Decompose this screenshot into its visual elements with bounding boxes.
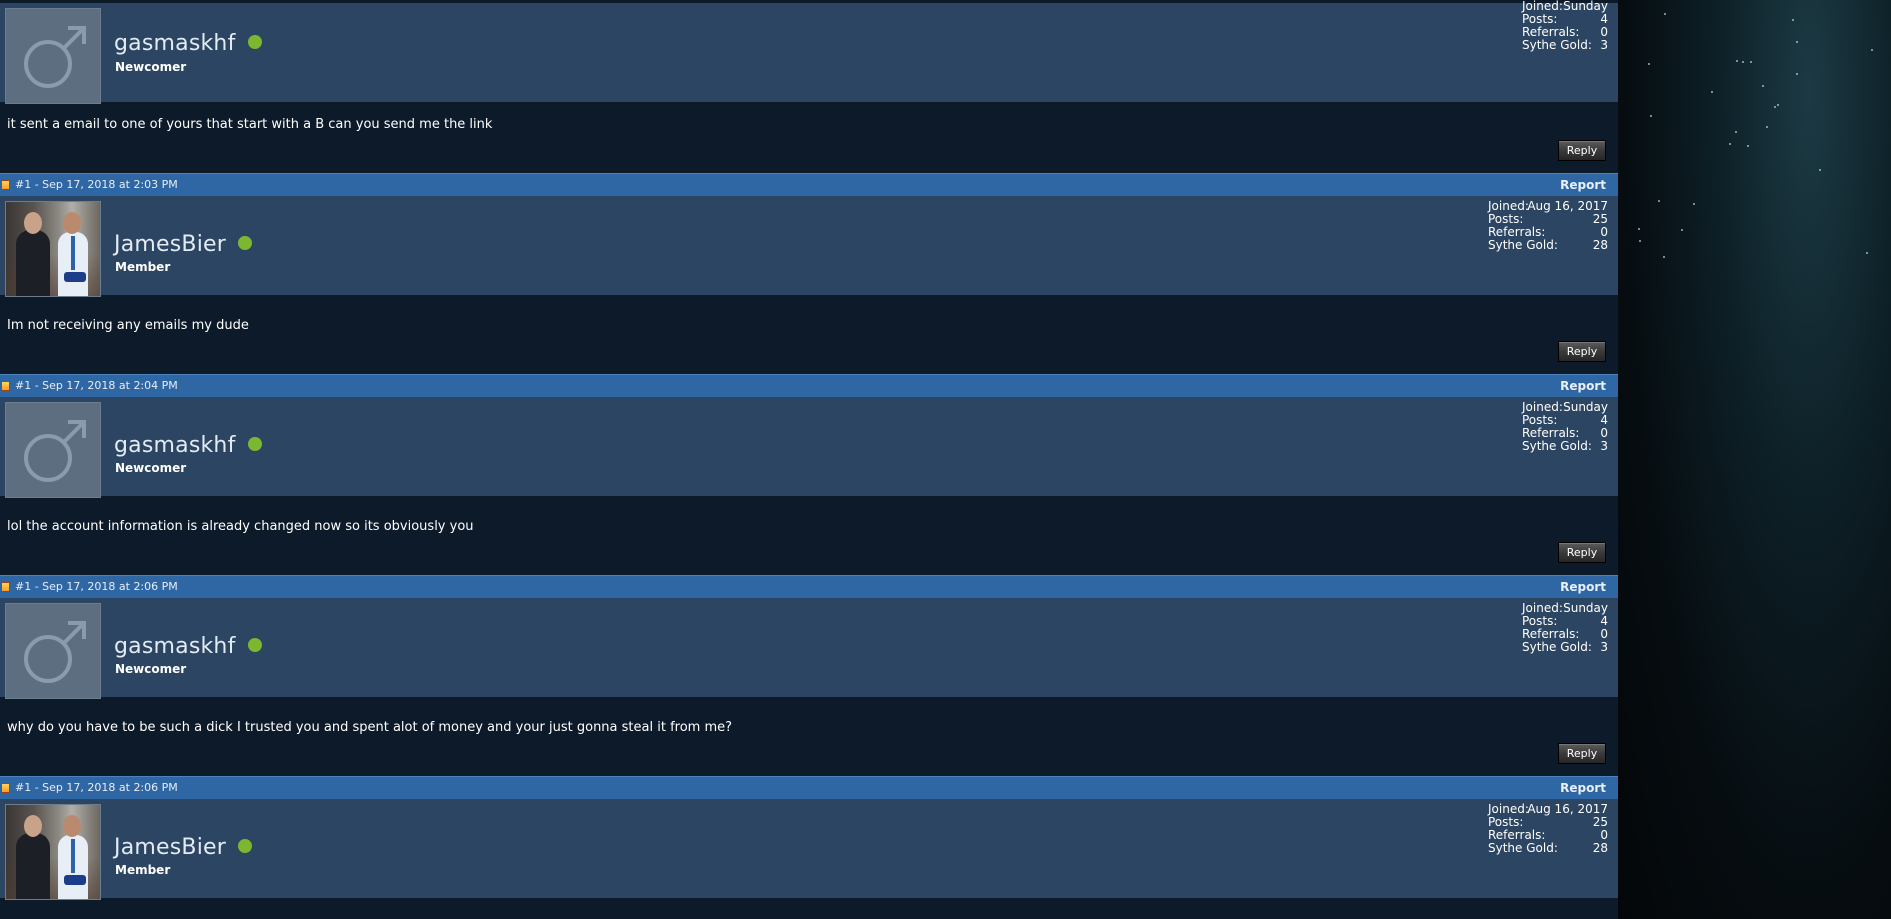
thread-posts: gasmaskhf Newcomer Joined: Sunday Posts: 4… [0, 0, 1618, 919]
star-dot [1735, 131, 1737, 133]
star-dot [1750, 61, 1752, 63]
star-dot [1762, 85, 1764, 87]
post-meta[interactable]: #1 - Sep 17, 2018 at 2:04 PM [15, 379, 178, 392]
user-stats: Joined: Sunday Posts: 4 Referrals: 0 Sythe … [1522, 400, 1608, 453]
star-dot [1819, 169, 1821, 171]
reply-button[interactable]: Reply [1558, 140, 1606, 161]
report-link[interactable]: Report [1560, 580, 1606, 594]
username[interactable]: gasmaskhf [114, 634, 262, 659]
star-dot [1766, 126, 1768, 128]
star-dot [1639, 240, 1641, 242]
post-header-bar: #1 - Sep 17, 2018 at 2:06 PM Report [0, 575, 1618, 598]
star-dot [1777, 104, 1779, 106]
username[interactable]: JamesBier [114, 835, 252, 860]
post-meta[interactable]: #1 - Sep 17, 2018 at 2:06 PM [15, 580, 178, 593]
star-dot [1650, 115, 1652, 117]
user-stats: Joined: Aug 16, 2017 Posts: 25 Referrals: 0… [1488, 199, 1608, 252]
post-message: Im not receiving any emails my dude Repl… [0, 306, 1618, 376]
post-header-bar: #1 - Sep 17, 2018 at 2:04 PM Report [0, 374, 1618, 397]
online-status-dot [247, 437, 262, 451]
star-dot [1747, 145, 1749, 147]
avatar[interactable] [5, 804, 101, 900]
star-dot [1774, 106, 1776, 108]
star-dot [1729, 143, 1731, 145]
male-symbol-icon [24, 621, 86, 683]
avatar[interactable] [5, 201, 101, 297]
user-stats: Joined: Sunday Posts: 4 Referrals: 0 Sythe … [1522, 601, 1608, 654]
user-rank: Newcomer [115, 662, 187, 676]
star-dot [1711, 91, 1713, 93]
message-text: Im not receiving any emails my dude [7, 318, 249, 333]
star-dot [1663, 256, 1665, 258]
post-user-bar: JamesBier Member Joined: Aug 16, 2017 Pos… [0, 196, 1618, 297]
post-meta[interactable]: #1 - Sep 17, 2018 at 2:03 PM [15, 178, 178, 191]
post-message: lol the account information is already c… [0, 507, 1618, 577]
starfield-background [1618, 0, 1891, 919]
user-stats: Joined: Aug 16, 2017 Posts: 25 Referrals: 0… [1488, 802, 1608, 855]
online-status-dot [247, 35, 262, 49]
online-status-dot [237, 236, 252, 250]
star-dot [1866, 252, 1868, 254]
user-stats: Joined: Sunday Posts: 4 Referrals: 0 Sythe … [1522, 0, 1608, 52]
star-dot [1664, 13, 1666, 15]
star-dot [1736, 60, 1738, 62]
male-symbol-icon [24, 26, 86, 88]
post-user-bar: gasmaskhf Newcomer Joined: Sunday Posts: 4… [0, 397, 1618, 498]
username[interactable]: JamesBier [114, 232, 252, 257]
user-rank: Newcomer [115, 60, 187, 74]
star-dot [1681, 229, 1683, 231]
star-dot [1796, 73, 1798, 75]
post-status-icon [1, 783, 10, 793]
post-user-bar: gasmaskhf Newcomer Joined: Sunday Posts: 4… [0, 598, 1618, 699]
reply-button[interactable]: Reply [1558, 341, 1606, 362]
message-text: it sent a email to one of yours that sta… [7, 117, 493, 132]
post-message: why do you have to be such a dick I trus… [0, 708, 1618, 778]
reply-button[interactable]: Reply [1558, 743, 1606, 764]
message-text: lol the account information is already c… [7, 519, 474, 534]
user-rank: Newcomer [115, 461, 187, 475]
post-status-icon [1, 582, 10, 592]
user-rank: Member [115, 260, 171, 274]
report-link[interactable]: Report [1560, 781, 1606, 795]
user-rank: Member [115, 863, 171, 877]
post-status-icon [1, 180, 10, 190]
star-dot [1871, 49, 1873, 51]
star-dot [1658, 200, 1660, 202]
male-symbol-icon [24, 420, 86, 482]
post-user-bar: JamesBier Member Joined: Aug 16, 2017 Pos… [0, 799, 1618, 900]
post-header-bar: #1 - Sep 17, 2018 at 2:06 PM Report [0, 776, 1618, 799]
post-meta[interactable]: #1 - Sep 17, 2018 at 2:06 PM [15, 781, 178, 794]
report-link[interactable]: Report [1560, 178, 1606, 192]
avatar[interactable] [5, 8, 101, 104]
message-text: why do you have to be such a dick I trus… [7, 720, 733, 735]
report-link[interactable]: Report [1560, 379, 1606, 393]
star-dot [1796, 41, 1798, 43]
online-status-dot [237, 839, 252, 853]
avatar[interactable] [5, 402, 101, 498]
post-header-bar: #1 - Sep 17, 2018 at 2:03 PM Report [0, 173, 1618, 196]
username[interactable]: gasmaskhf [114, 31, 262, 56]
post-message: it sent a email to one of yours that sta… [0, 105, 1618, 175]
star-dot [1792, 19, 1794, 21]
reply-button[interactable]: Reply [1558, 542, 1606, 563]
online-status-dot [247, 638, 262, 652]
star-dot [1638, 228, 1640, 230]
post-status-icon [1, 381, 10, 391]
avatar[interactable] [5, 603, 101, 699]
star-dot [1648, 63, 1650, 65]
star-dot [1693, 203, 1695, 205]
post-user-bar: gasmaskhf Newcomer Joined: Sunday Posts: 4… [0, 0, 1618, 104]
username[interactable]: gasmaskhf [114, 433, 262, 458]
star-dot [1742, 61, 1744, 63]
